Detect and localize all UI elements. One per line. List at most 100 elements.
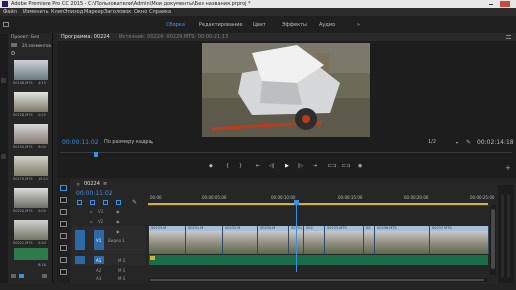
timeline-zoom-scrollbar[interactable] <box>148 278 488 282</box>
extract-button[interactable]: ⊏⊐ <box>342 164 350 169</box>
hand-tool-icon[interactable] <box>60 257 67 263</box>
go-to-in-button[interactable]: ⇤ <box>256 164 260 169</box>
eye-icon[interactable]: ◉ <box>116 209 120 214</box>
step-forward-button[interactable]: |▷ <box>298 164 304 169</box>
track-name[interactable]: A3 <box>96 276 101 281</box>
video-clip[interactable]: 00233.MTS <box>325 226 364 254</box>
timeline-vertical-scrollbar[interactable] <box>490 205 496 275</box>
chevron-down-icon[interactable]: ▾ <box>151 140 153 145</box>
track-name[interactable]: A2 <box>96 268 101 273</box>
settings-icon[interactable] <box>116 200 121 205</box>
home-icon[interactable] <box>3 22 9 27</box>
mark-in-button[interactable]: { <box>226 164 229 169</box>
playhead-icon[interactable] <box>94 152 98 157</box>
media-thumbnail[interactable] <box>14 60 48 80</box>
audio-clip[interactable] <box>149 255 488 265</box>
media-thumbnail[interactable] <box>14 92 48 112</box>
menu-marker[interactable]: Маркер <box>84 10 104 15</box>
timeline-tab[interactable]: 00224 <box>84 182 100 187</box>
step-back-button[interactable]: ◁| <box>269 164 275 169</box>
pen-tool-icon[interactable] <box>60 245 67 251</box>
workspace-tab-editing[interactable]: Редактирование <box>199 23 243 28</box>
play-button[interactable]: ▶ <box>285 164 289 169</box>
chevron-down-icon[interactable]: ▾ <box>456 140 458 145</box>
menu-file[interactable]: Файл <box>3 10 17 15</box>
video-clip[interactable]: 00232.M <box>223 226 258 254</box>
icon-view-icon[interactable] <box>19 274 24 278</box>
go-to-out-button[interactable]: ⇥ <box>313 164 317 169</box>
video-clip[interactable]: 00236.MTS <box>375 226 430 254</box>
add-marker-button[interactable]: ◆ <box>209 164 213 169</box>
video-clip[interactable]: 002 <box>304 226 325 254</box>
video-clip[interactable]: 00230.M <box>258 226 289 254</box>
list-view-icon[interactable] <box>11 274 16 278</box>
zoom-tool-icon[interactable] <box>60 269 67 275</box>
snap-icon[interactable] <box>77 200 82 205</box>
workspace-tab-audio[interactable]: Аудио <box>319 23 335 28</box>
workspace-more-button[interactable]: » <box>357 23 360 28</box>
razor-tool-icon[interactable] <box>60 221 67 227</box>
playhead-handle-icon[interactable] <box>294 200 299 205</box>
lock-icon[interactable]: ▫ <box>90 219 93 224</box>
add-marker-icon[interactable] <box>103 200 108 205</box>
close-tab-icon[interactable]: × <box>76 182 80 188</box>
workspace-tab-assembly[interactable]: Сборка <box>166 23 185 28</box>
menu-help[interactable]: Справка <box>149 10 171 15</box>
workspace-tab-effects[interactable]: Эффекты <box>282 23 307 28</box>
export-frame-button[interactable]: ◉ <box>358 164 362 169</box>
sequence-thumbnail[interactable] <box>14 248 48 260</box>
search-icon[interactable] <box>11 51 15 55</box>
folder-icon[interactable] <box>11 43 17 47</box>
monitor-scrub-bar[interactable] <box>60 152 512 159</box>
menu-clip[interactable]: Клип <box>51 10 64 15</box>
timeline-timecode[interactable]: 00:00:11:02 <box>76 191 113 197</box>
timeline-playhead[interactable] <box>296 202 297 272</box>
menu-window[interactable]: Окно <box>134 10 147 15</box>
zoom-fit-dropdown[interactable]: По размеру кадра <box>104 140 152 145</box>
work-area-bar[interactable] <box>148 203 488 205</box>
source-patch-a1[interactable] <box>75 256 85 264</box>
lift-button[interactable]: ⊏⊐ <box>328 164 336 169</box>
track-name[interactable]: V1 <box>96 238 101 243</box>
workspace-tab-color[interactable]: Цвет <box>253 23 266 28</box>
zoom-scrollbar-thumb[interactable] <box>150 279 484 281</box>
video-clip[interactable]: 00233.M <box>149 226 186 254</box>
track-name[interactable]: V3 <box>98 209 103 214</box>
linked-selection-icon[interactable] <box>90 200 95 205</box>
time-ruler[interactable]: 00:00 00:00:05:00 00:00:10:00 00:00:15:0… <box>148 191 494 206</box>
monitor-menu-icon[interactable] <box>506 35 511 39</box>
selection-tool-icon[interactable] <box>60 185 67 191</box>
track-mute-solo[interactable]: M S <box>118 276 125 281</box>
ripple-edit-tool-icon[interactable] <box>60 209 67 215</box>
source-patch-v1[interactable] <box>75 230 85 250</box>
video-clip[interactable]: 00231.M <box>186 226 223 254</box>
media-thumbnail[interactable] <box>14 188 48 208</box>
menu-sequence[interactable]: Эпизод <box>64 10 83 15</box>
panel-icon[interactable] <box>1 154 6 159</box>
media-thumbnail[interactable] <box>14 220 48 240</box>
menu-title[interactable]: Заголовок <box>104 10 131 15</box>
new-item-icon[interactable] <box>42 274 47 278</box>
media-thumbnail[interactable] <box>14 124 48 144</box>
minimize-icon[interactable] <box>486 1 496 7</box>
panel-icon[interactable] <box>1 78 6 83</box>
mark-out-button[interactable]: } <box>239 164 242 169</box>
timeline-menu-icon[interactable]: ≡ <box>103 182 107 187</box>
track-select-tool-icon[interactable] <box>60 197 67 203</box>
source-monitor-tab[interactable]: Источник: 00224: 00229.MTS: 00:00:21:13 <box>119 35 228 40</box>
track-name[interactable]: A1 <box>96 258 101 263</box>
scrollbar-thumb[interactable] <box>491 209 495 269</box>
wrench-icon[interactable]: ✎ <box>466 139 471 146</box>
monitor-timecode[interactable]: 00:00:11:02 <box>62 140 99 146</box>
slip-tool-icon[interactable] <box>60 233 67 239</box>
wrench-icon[interactable]: ✎ <box>132 199 137 206</box>
track-name[interactable]: V2 <box>98 219 103 224</box>
lock-icon[interactable]: ▫ <box>90 209 93 214</box>
track-mute-solo[interactable]: M S <box>118 258 125 263</box>
close-icon[interactable] <box>500 1 510 7</box>
video-clip[interactable]: 00237.MTS <box>430 226 489 254</box>
eye-icon[interactable]: ◉ <box>116 229 120 234</box>
video-clip[interactable]: 00 <box>364 226 375 254</box>
menu-edit[interactable]: Изменить <box>23 10 49 15</box>
program-monitor-tab[interactable]: Программа: 00224 <box>61 35 110 40</box>
